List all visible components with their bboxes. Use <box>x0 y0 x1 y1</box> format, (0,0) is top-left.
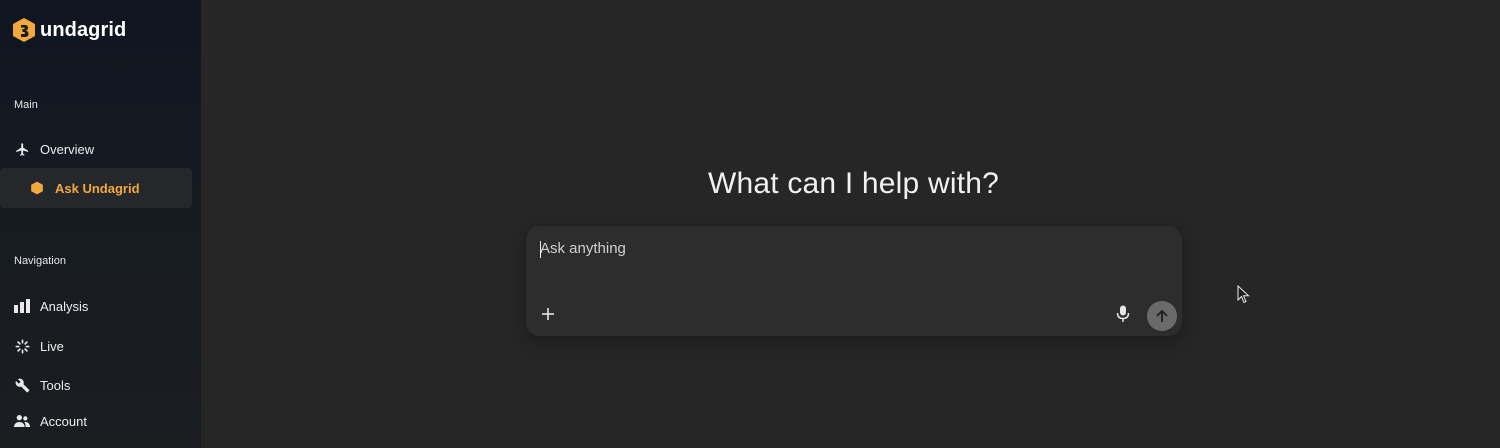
wrench-icon <box>14 377 30 393</box>
sidebar-item-account[interactable]: Account <box>0 401 192 441</box>
airplane-icon <box>14 141 30 157</box>
main-content: What can I help with? <box>201 0 1500 448</box>
sidebar-item-tools[interactable]: Tools <box>0 365 192 405</box>
microphone-icon <box>1116 305 1130 322</box>
arrow-up-icon <box>1156 309 1168 322</box>
sidebar-item-label: Live <box>40 338 64 354</box>
brand[interactable]: undagrid <box>12 17 126 43</box>
sidebar-item-label: Tools <box>40 377 71 393</box>
mouse-cursor-icon <box>1237 285 1250 304</box>
sidebar-item-overview[interactable]: Overview <box>0 129 192 169</box>
people-icon <box>14 413 30 429</box>
sidebar-item-live[interactable]: Live <box>0 326 192 366</box>
sidebar-item-label: Ask Undagrid <box>55 180 140 196</box>
section-label-navigation: Navigation <box>14 255 66 267</box>
chat-composer[interactable] <box>526 226 1182 336</box>
sidebar-item-label: Analysis <box>40 298 89 314</box>
sidebar-item-analysis[interactable]: Analysis <box>0 286 192 326</box>
undagrid-logo-icon <box>13 18 35 42</box>
sidebar-item-label: Overview <box>40 141 95 157</box>
hexagon-icon <box>29 180 45 196</box>
page-title: What can I help with? <box>707 167 1000 200</box>
live-spinner-icon <box>14 338 30 354</box>
text-caret <box>540 241 541 258</box>
sidebar: undagrid Main Overview Ask Undagrid Navi… <box>0 0 201 448</box>
bar-chart-icon <box>14 298 30 314</box>
send-button[interactable] <box>1147 301 1177 331</box>
prompt-input[interactable] <box>540 240 1100 257</box>
brand-name: undagrid <box>40 18 127 41</box>
plus-icon <box>542 308 554 320</box>
sidebar-item-label: Account <box>40 413 87 429</box>
sidebar-item-ask-undagrid[interactable]: Ask Undagrid <box>0 168 192 208</box>
section-label-main: Main <box>14 99 38 111</box>
voice-input-button[interactable] <box>1113 304 1133 324</box>
attach-button[interactable] <box>538 304 558 324</box>
